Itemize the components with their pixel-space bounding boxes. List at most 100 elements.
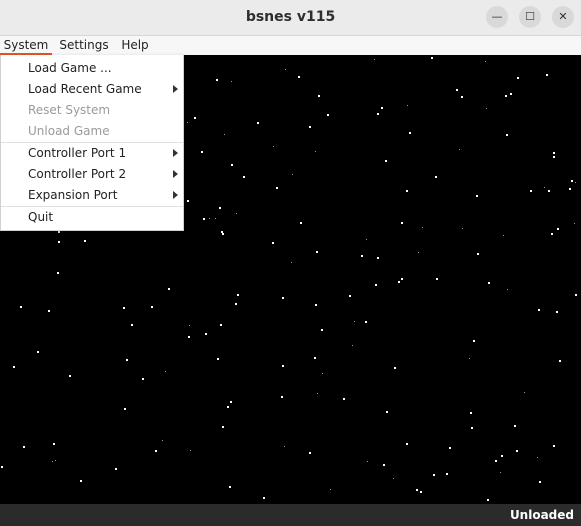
static-noise-dot bbox=[162, 440, 163, 441]
static-noise-dot bbox=[235, 303, 237, 305]
menu-settings[interactable]: Settings bbox=[56, 36, 112, 55]
static-noise-dot bbox=[284, 446, 285, 447]
static-noise-dot bbox=[298, 76, 300, 78]
static-noise-dot bbox=[189, 325, 190, 326]
static-noise-dot bbox=[377, 113, 379, 115]
static-noise-dot bbox=[557, 228, 559, 230]
static-noise-dot bbox=[556, 311, 558, 313]
menu-item-controller-port-2[interactable]: Controller Port 2 bbox=[1, 164, 183, 185]
menu-item-label: Load Recent Game bbox=[28, 82, 142, 96]
menu-item-expansion-port[interactable]: Expansion Port bbox=[1, 185, 183, 206]
static-noise-dot bbox=[57, 272, 59, 274]
static-noise-dot bbox=[538, 309, 540, 311]
static-noise-dot bbox=[84, 240, 86, 242]
static-noise-dot bbox=[377, 257, 379, 259]
static-noise-dot bbox=[486, 108, 487, 109]
static-noise-dot bbox=[461, 96, 463, 98]
static-noise-dot bbox=[168, 288, 170, 290]
static-noise-dot bbox=[546, 74, 548, 76]
static-noise-dot bbox=[375, 284, 377, 286]
static-noise-dot bbox=[230, 401, 232, 403]
close-button[interactable]: ✕ bbox=[552, 6, 574, 28]
static-noise-dot bbox=[505, 95, 507, 97]
maximize-button[interactable]: ☐ bbox=[519, 6, 541, 28]
static-noise-dot bbox=[194, 117, 196, 119]
static-noise-dot bbox=[217, 358, 219, 360]
static-noise-dot bbox=[220, 324, 222, 326]
status-text: Unloaded bbox=[509, 508, 574, 522]
static-noise-dot bbox=[281, 396, 283, 398]
static-noise-dot bbox=[216, 79, 218, 81]
static-noise-dot bbox=[58, 231, 60, 233]
static-noise-dot bbox=[69, 375, 71, 377]
menu-item-unload-game: Unload Game bbox=[1, 121, 183, 142]
static-noise-dot bbox=[257, 122, 259, 124]
menu-item-label: Reset System bbox=[28, 103, 111, 117]
menu-item-reset-system: Reset System bbox=[1, 100, 183, 121]
static-noise-dot bbox=[222, 426, 224, 428]
static-noise-dot bbox=[401, 278, 403, 280]
static-noise-dot bbox=[314, 357, 316, 359]
menu-help[interactable]: Help bbox=[118, 36, 152, 55]
static-noise-dot bbox=[510, 93, 512, 95]
static-noise-dot bbox=[470, 412, 472, 414]
static-noise-dot bbox=[381, 107, 383, 109]
static-noise-dot bbox=[13, 366, 15, 368]
menu-system[interactable]: System bbox=[0, 36, 52, 55]
static-noise-dot bbox=[459, 149, 460, 150]
static-noise-dot bbox=[435, 176, 437, 178]
submenu-arrow-icon bbox=[173, 85, 178, 93]
menu-item-load-recent-game[interactable]: Load Recent Game bbox=[1, 79, 183, 100]
static-noise-dot bbox=[436, 278, 438, 280]
static-noise-dot bbox=[237, 294, 239, 296]
static-noise-dot bbox=[227, 406, 229, 408]
static-noise-dot bbox=[142, 378, 144, 380]
static-noise-dot bbox=[488, 282, 490, 284]
static-noise-dot bbox=[500, 472, 501, 473]
statusbar: Unloaded bbox=[0, 504, 581, 526]
static-noise-dot bbox=[1, 466, 3, 468]
static-noise-dot bbox=[416, 489, 418, 491]
static-noise-dot bbox=[367, 461, 368, 462]
static-noise-dot bbox=[309, 126, 311, 128]
static-noise-dot bbox=[315, 151, 316, 152]
static-noise-dot bbox=[231, 164, 233, 166]
static-noise-dot bbox=[553, 445, 555, 447]
static-noise-dot bbox=[487, 499, 489, 501]
static-noise-dot bbox=[282, 365, 284, 367]
static-noise-dot bbox=[469, 358, 470, 359]
static-noise-dot bbox=[330, 489, 331, 490]
submenu-arrow-icon bbox=[173, 170, 178, 178]
static-noise-dot bbox=[477, 253, 479, 255]
static-noise-dot bbox=[401, 222, 403, 224]
static-noise-dot bbox=[420, 491, 422, 493]
static-noise-dot bbox=[201, 151, 203, 153]
system-menu-dropdown: Load Game ... Load Recent Game Reset Sys… bbox=[0, 55, 184, 231]
static-noise-dot bbox=[449, 447, 451, 449]
static-noise-dot bbox=[126, 359, 128, 361]
static-noise-dot bbox=[115, 468, 117, 470]
static-noise-dot bbox=[407, 105, 408, 106]
static-noise-dot bbox=[456, 89, 458, 91]
static-noise-dot bbox=[506, 134, 508, 136]
static-noise-dot bbox=[209, 218, 210, 219]
menu-item-controller-port-1[interactable]: Controller Port 1 bbox=[1, 143, 183, 164]
static-noise-dot bbox=[501, 455, 503, 457]
static-noise-dot bbox=[406, 190, 408, 192]
static-noise-dot bbox=[155, 450, 157, 452]
minimize-button[interactable]: — bbox=[486, 6, 508, 28]
static-noise-dot bbox=[537, 457, 538, 458]
static-noise-dot bbox=[80, 480, 82, 482]
static-noise-dot bbox=[431, 57, 433, 59]
window-titlebar[interactable]: bsnes v115 — ☐ ✕ bbox=[0, 0, 581, 36]
submenu-arrow-icon bbox=[173, 149, 178, 157]
static-noise-dot bbox=[205, 333, 207, 335]
static-noise-dot bbox=[354, 321, 355, 322]
menu-item-load-game[interactable]: Load Game ... bbox=[1, 58, 183, 79]
menu-item-quit[interactable]: Quit bbox=[1, 207, 183, 228]
static-noise-dot bbox=[394, 367, 396, 369]
static-noise-dot bbox=[203, 218, 205, 220]
static-noise-dot bbox=[365, 321, 367, 323]
static-noise-dot bbox=[282, 297, 284, 299]
static-noise-dot bbox=[398, 281, 400, 283]
